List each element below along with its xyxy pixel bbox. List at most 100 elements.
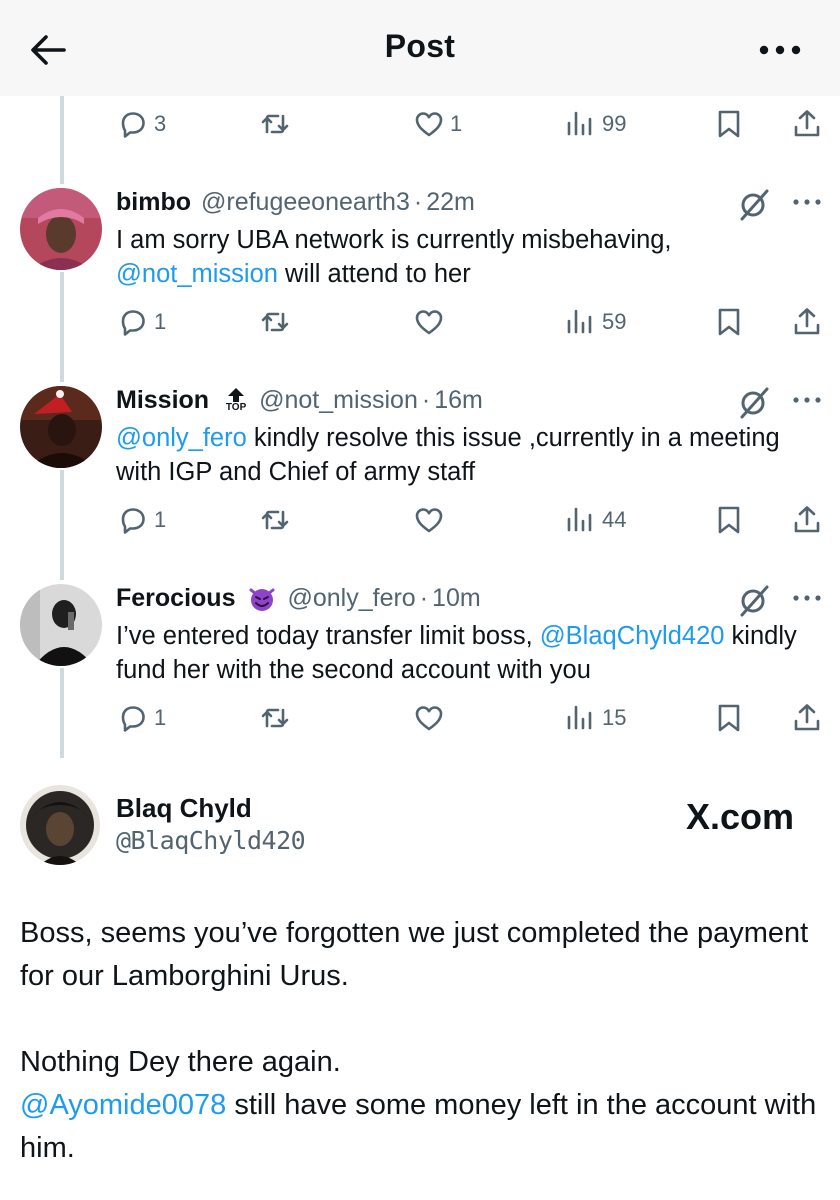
reply-header: Mission TOP @not_mission · 16m — [116, 383, 483, 417]
views-button[interactable]: 59 — [564, 302, 626, 342]
reply-count: 1 — [154, 309, 167, 334]
bookmark-button[interactable] — [712, 302, 746, 342]
repost-button[interactable] — [258, 698, 292, 738]
reply-icon — [121, 310, 145, 336]
reply-text: @only_fero kindly resolve this issue ,cu… — [116, 424, 780, 486]
display-name[interactable]: Blaq Chyld — [116, 793, 252, 824]
top-badge: TOP — [223, 387, 249, 413]
display-name[interactable]: Mission — [116, 386, 209, 415]
heart-icon — [415, 508, 443, 533]
like-button[interactable] — [412, 698, 446, 738]
mention-link[interactable]: @not_mission — [116, 260, 278, 288]
avatar[interactable] — [20, 386, 102, 468]
separator-dot: · — [419, 583, 429, 612]
views-button[interactable]: 99 — [564, 104, 626, 144]
thread-line — [60, 470, 64, 580]
bookmark-button[interactable] — [712, 500, 746, 540]
more-horizontal-icon[interactable] — [792, 390, 822, 410]
post-actions: 3 1 99 — [116, 104, 826, 144]
bookmark-button[interactable] — [712, 698, 746, 738]
avatar[interactable] — [20, 188, 102, 270]
views-chart-icon — [567, 507, 592, 532]
timestamp[interactable]: 16m — [434, 386, 483, 415]
share-button[interactable] — [790, 302, 824, 342]
heart-icon — [415, 310, 443, 335]
post-paragraph: @Ayomide0078 still have some money left … — [20, 1089, 817, 1164]
repost-icon — [261, 114, 289, 134]
repost-button[interactable] — [258, 500, 292, 540]
repost-button[interactable] — [258, 302, 292, 342]
top-bar: Post — [0, 0, 840, 96]
reply-actions: 1 44 — [116, 500, 826, 540]
timestamp[interactable]: 10m — [432, 584, 481, 613]
display-name[interactable]: bimbo — [116, 188, 191, 217]
separator-dot: · — [421, 385, 431, 414]
reply-button[interactable]: 1 — [116, 500, 166, 540]
avatar-photo — [20, 386, 102, 468]
post-text: Boss, seems you’ve forgotten we just com… — [20, 912, 820, 1170]
username[interactable]: @only_fero — [287, 584, 415, 613]
avatar[interactable] — [20, 785, 100, 865]
reply-icon — [121, 508, 145, 534]
username[interactable]: @BlaqChyld420 — [116, 826, 306, 855]
more-horizontal-icon[interactable] — [792, 192, 822, 212]
username[interactable]: @refugeeonearth3 — [201, 188, 410, 217]
grok-icon[interactable] — [736, 186, 772, 222]
share-icon — [794, 704, 820, 731]
repost-icon — [261, 510, 289, 530]
reply-button[interactable]: 1 — [116, 302, 166, 342]
bookmark-icon — [718, 308, 740, 336]
x-logo-watermark: X.com — [686, 796, 795, 837]
reply-header: bimbo @refugeeonearth3 · 22m — [116, 185, 475, 219]
mention-link[interactable]: @BlaqChyld420 — [540, 622, 725, 650]
reply-text: I am sorry UBA network is currently misb… — [116, 226, 672, 288]
views-button[interactable]: 44 — [564, 500, 626, 540]
like-button[interactable] — [412, 500, 446, 540]
bookmark-button[interactable] — [712, 104, 746, 144]
views-count: 44 — [602, 507, 627, 532]
views-count: 15 — [602, 705, 627, 730]
repost-icon — [261, 312, 289, 332]
reply-button[interactable]: 1 — [116, 698, 166, 738]
views-chart-icon — [567, 111, 592, 136]
more-horizontal-icon — [759, 45, 801, 55]
reply-text: I’ve entered today transfer limit boss, … — [116, 622, 797, 684]
smiling-devil-emoji — [249, 588, 275, 611]
views-button[interactable]: 15 — [564, 698, 626, 738]
grok-icon[interactable] — [736, 582, 772, 618]
avatar-photo — [20, 584, 102, 666]
thread-line — [60, 272, 64, 382]
thread-line — [60, 668, 64, 758]
separator-dot: · — [413, 187, 423, 216]
post-paragraph: Nothing Dey there again. — [20, 1046, 341, 1078]
reply-actions: 1 15 — [116, 698, 826, 738]
reply-actions: 1 59 — [116, 302, 826, 342]
more-horizontal-icon[interactable] — [792, 588, 822, 608]
reply-icon — [121, 112, 145, 138]
display-name[interactable]: Ferocious — [116, 584, 235, 613]
thread-line — [60, 96, 64, 184]
views-chart-icon — [567, 705, 592, 730]
timestamp[interactable]: 22m — [426, 188, 475, 217]
like-button[interactable] — [412, 302, 446, 342]
like-count: 1 — [450, 111, 463, 136]
heart-icon — [415, 112, 443, 137]
repost-button[interactable] — [258, 104, 292, 144]
mention-link[interactable]: @only_fero — [116, 424, 247, 452]
share-button[interactable] — [790, 698, 824, 738]
avatar-photo — [20, 785, 100, 865]
reply-button[interactable]: 3 — [116, 104, 166, 144]
share-button[interactable] — [790, 500, 824, 540]
avatar[interactable] — [20, 584, 102, 666]
username[interactable]: @not_mission — [259, 386, 418, 415]
views-count: 59 — [602, 309, 627, 334]
like-button[interactable]: 1 — [412, 104, 462, 144]
page-title: Post — [384, 28, 456, 64]
share-button[interactable] — [790, 104, 824, 144]
views-chart-icon — [567, 309, 592, 334]
mention-link[interactable]: @Ayomide0078 — [20, 1089, 226, 1121]
grok-icon[interactable] — [736, 384, 772, 420]
bookmark-icon — [718, 506, 740, 534]
more-options-button[interactable] — [756, 34, 804, 66]
